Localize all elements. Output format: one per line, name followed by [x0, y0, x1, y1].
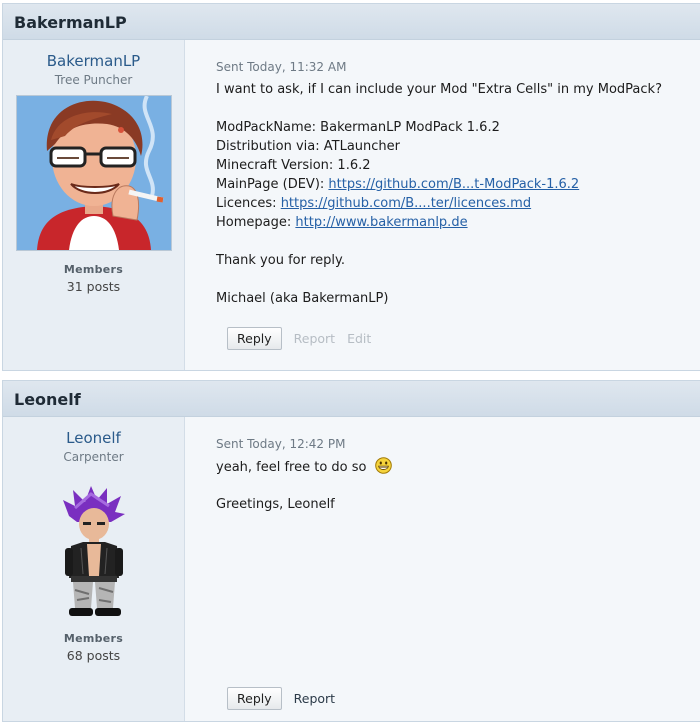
author-name-link[interactable]: BakermanLP: [3, 52, 184, 70]
mainpage-label: MainPage (DEV):: [216, 177, 325, 192]
message-line: Licences: https://github.com/B....ter/li…: [216, 194, 690, 213]
report-link[interactable]: Report: [294, 691, 335, 706]
message-line: Michael (aka BakermanLP): [216, 291, 389, 306]
message-line: Homepage: http://www.bakermanlp.de: [216, 213, 690, 232]
author-rank: Tree Puncher: [54, 73, 133, 87]
message-line: Minecraft Version: 1.6.2: [216, 158, 371, 173]
post-header-author: BakermanLP: [3, 4, 700, 40]
post-count: 68 posts: [66, 648, 121, 663]
message-line: Thank you for reply.: [216, 253, 345, 268]
author-sidebar: BakermanLP Tree Puncher Members 31 posts: [3, 40, 185, 370]
reply-button[interactable]: Reply: [227, 687, 282, 710]
licences-link[interactable]: https://github.com/B....ter/licences.md: [281, 196, 531, 211]
post-header-author: Leonelf: [3, 381, 700, 417]
message-post: Leonelf Leonelf Carpenter Members 68 pos…: [2, 380, 700, 722]
homepage-label: Homepage:: [216, 215, 292, 230]
post-actions: Reply Report: [227, 687, 335, 710]
member-group: Members: [63, 263, 124, 276]
member-group: Members: [63, 632, 124, 645]
message-line: Greetings, Leonelf: [216, 497, 335, 512]
author-rank: Carpenter: [63, 450, 124, 464]
author-name-link[interactable]: Leonelf: [3, 429, 184, 447]
sent-timestamp: Sent Today, 12:42 PM: [216, 437, 346, 451]
message-line: MainPage (DEV): https://github.com/B...t…: [216, 175, 690, 194]
message-line: Distribution via: ATLauncher: [216, 139, 400, 154]
mainpage-link[interactable]: https://github.com/B...t-ModPack-1.6.2: [328, 177, 579, 192]
avatar[interactable]: [15, 95, 172, 251]
message-line: ModPackName: BakermanLP ModPack 1.6.2: [216, 120, 500, 135]
message-body: Sent Today, 12:42 PM yeah, feel free to …: [216, 435, 690, 514]
homepage-link[interactable]: http://www.bakermanlp.de: [295, 215, 467, 230]
grin-smiley-icon: [374, 457, 392, 480]
message-line: yeah, feel free to do so: [216, 457, 690, 476]
report-link[interactable]: Report: [294, 331, 335, 346]
post-count: 31 posts: [66, 279, 121, 294]
message-body: Sent Today, 11:32 AM I want to ask, if I…: [216, 58, 690, 308]
reply-button[interactable]: Reply: [227, 327, 282, 350]
message-text: yeah, feel free to do so: [216, 460, 367, 475]
avatar-image: [16, 96, 171, 250]
sent-timestamp: Sent Today, 11:32 AM: [216, 60, 347, 74]
message-post: BakermanLP BakermanLP Tree Puncher Membe…: [2, 3, 700, 371]
avatar[interactable]: [61, 486, 127, 620]
post-actions: Reply Report Edit: [227, 327, 371, 350]
avatar-image: [62, 486, 125, 616]
author-sidebar: Leonelf Carpenter Members 68 posts: [3, 417, 185, 721]
edit-link[interactable]: Edit: [347, 331, 371, 346]
message-line: I want to ask, if I can include your Mod…: [216, 82, 662, 97]
licences-label: Licences:: [216, 196, 277, 211]
